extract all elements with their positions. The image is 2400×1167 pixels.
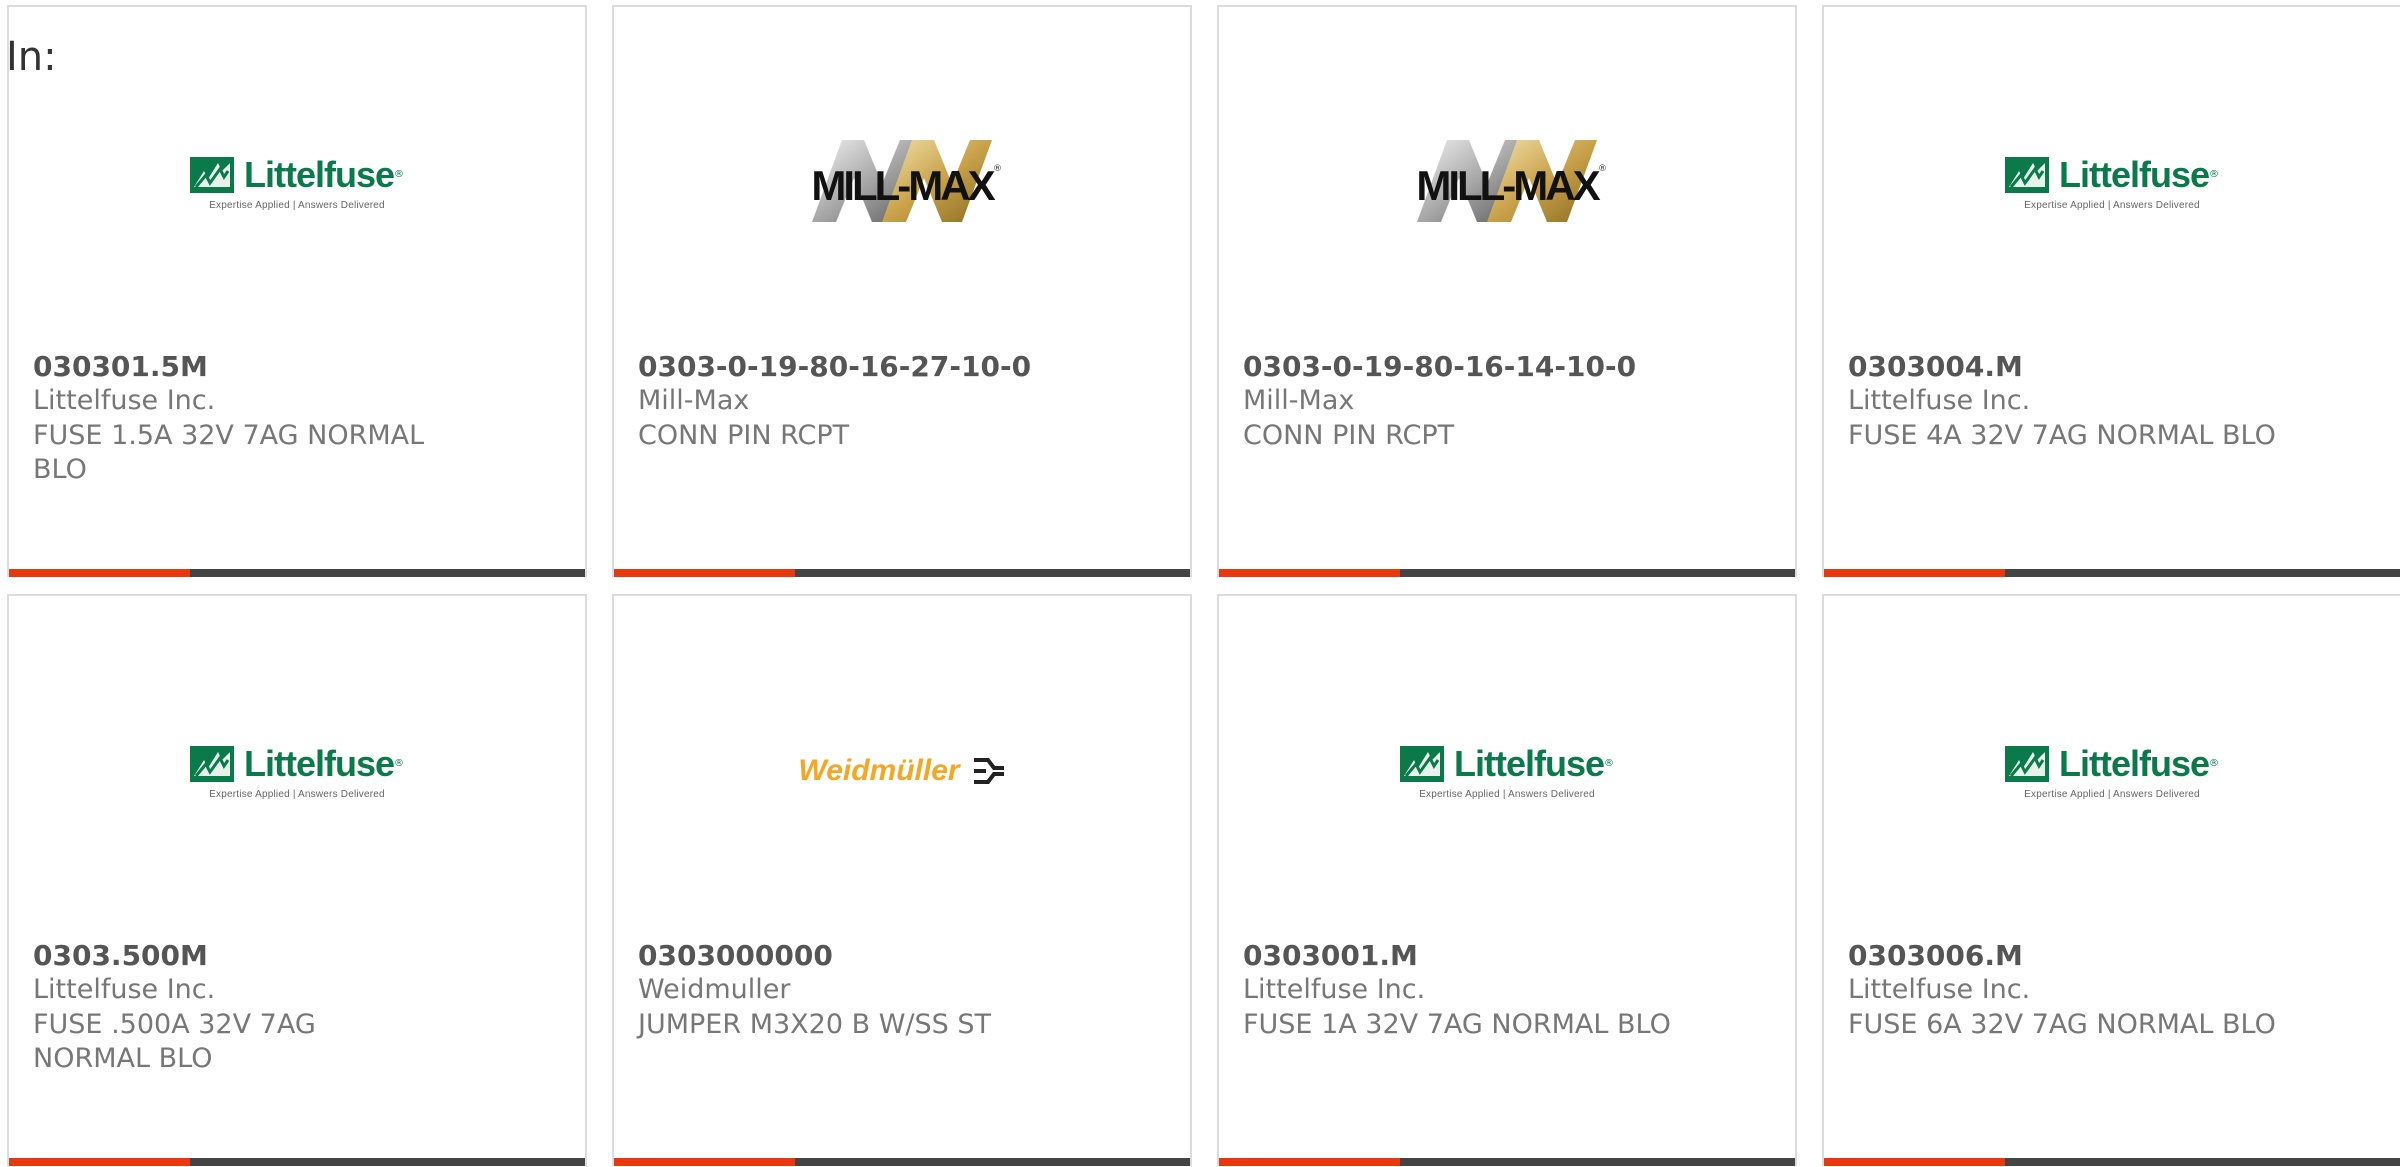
littelfuse-mark-icon: [189, 745, 234, 782]
card-bottom-bar: [1219, 569, 1795, 577]
card-bottom-bar: [614, 1158, 1190, 1166]
manufacturer-name: Mill-Max: [638, 385, 750, 416]
product-card[interactable]: Littelfuse ® Expertise Applied | Answers …: [1822, 5, 2400, 577]
part-number[interactable]: 0303000000: [638, 939, 833, 972]
littelfuse-tagline: Expertise Applied | Answers Delivered: [2024, 788, 2200, 800]
product-card[interactable]: MILL-MAX ® 0303-0-19-80-16-14-10-0 Mill-…: [1217, 5, 1797, 577]
product-description: FUSE 6A 32V 7AG NORMAL BLO: [1848, 1009, 2276, 1040]
product-description: JUMPER M3X20 B W/SS ST: [638, 1009, 992, 1040]
littelfuse-logo: Littelfuse ® Expertise Applied | Answers …: [2004, 742, 2219, 800]
manufacturer-logo: Littelfuse ® Expertise Applied | Answers …: [9, 716, 585, 826]
card-bottom-bar: [614, 569, 1190, 577]
part-number[interactable]: 0303001.M: [1243, 939, 1418, 972]
weidmuller-logo: Weidmüller: [798, 754, 1005, 788]
littelfuse-tagline: Expertise Applied | Answers Delivered: [209, 199, 385, 211]
manufacturer-name: Littelfuse Inc.: [1243, 974, 1426, 1005]
littelfuse-mark-icon: [2004, 745, 2049, 782]
card-bottom-bar: [1824, 1158, 2400, 1166]
littelfuse-tagline: Expertise Applied | Answers Delivered: [209, 788, 385, 800]
littelfuse-wordmark: Littelfuse: [2058, 742, 2210, 784]
littelfuse-wordmark: Littelfuse: [2058, 153, 2210, 195]
product-description: FUSE 1A 32V 7AG NORMAL BLO: [1243, 1009, 1671, 1040]
manufacturer-name: Littelfuse Inc.: [1848, 974, 2031, 1005]
product-card[interactable]: Littelfuse ® Expertise Applied | Answers …: [1822, 594, 2400, 1166]
product-card[interactable]: Littelfuse ® Expertise Applied | Answers …: [7, 594, 587, 1166]
manufacturer-logo: Weidmüller: [614, 716, 1190, 826]
weidmuller-mark-icon: [973, 758, 1004, 784]
manufacturer-name: Littelfuse Inc.: [1848, 385, 2031, 416]
littelfuse-wordmark: Littelfuse: [243, 742, 395, 784]
manufacturer-name: Weidmuller: [638, 974, 791, 1005]
manufacturer-logo: MILL-MAX ®: [1219, 127, 1795, 237]
product-description: FUSE 1.5A 32V 7AG NORMAL BLO: [33, 420, 425, 485]
filter-in-label: In:: [6, 34, 57, 80]
littelfuse-mark-icon: [2004, 156, 2049, 193]
littelfuse-mark-icon: [189, 156, 234, 193]
mill-max-wordmark: MILL-MAX: [1416, 162, 1600, 209]
manufacturer-name: Mill-Max: [1243, 385, 1355, 416]
part-number[interactable]: 0303004.M: [1848, 350, 2023, 383]
part-number[interactable]: 030301.5M: [33, 350, 208, 383]
product-description: CONN PIN RCPT: [638, 420, 850, 451]
card-bottom-bar: [1219, 1158, 1795, 1166]
littelfuse-tagline: Expertise Applied | Answers Delivered: [2024, 199, 2200, 211]
manufacturer-logo: Littelfuse ® Expertise Applied | Answers …: [1219, 716, 1795, 826]
part-number[interactable]: 0303006.M: [1848, 939, 2023, 972]
manufacturer-name: Littelfuse Inc.: [33, 974, 216, 1005]
product-description: FUSE 4A 32V 7AG NORMAL BLO: [1848, 420, 2276, 451]
littelfuse-wordmark: Littelfuse: [1453, 742, 1605, 784]
manufacturer-logo: Littelfuse ® Expertise Applied | Answers …: [9, 127, 585, 237]
manufacturer-logo: Littelfuse ® Expertise Applied | Answers …: [1824, 716, 2400, 826]
littelfuse-logo: Littelfuse ® Expertise Applied | Answers …: [2004, 153, 2219, 211]
product-grid-page: In: Littelfuse ® Expertise Applied | Answ…: [0, 0, 2400, 1167]
manufacturer-logo: MILL-MAX ®: [614, 127, 1190, 237]
littelfuse-logo: Littelfuse ® Expertise Applied | Answers …: [1399, 742, 1614, 800]
product-description: CONN PIN RCPT: [1243, 420, 1455, 451]
littelfuse-mark-icon: [1399, 745, 1444, 782]
product-card[interactable]: MILL-MAX ® 0303-0-19-80-16-27-10-0 Mill-…: [612, 5, 1192, 577]
product-card[interactable]: Littelfuse ® Expertise Applied | Answers …: [7, 5, 587, 577]
mill-max-logo: MILL-MAX ®: [1407, 134, 1607, 230]
mill-max-logo: MILL-MAX ®: [802, 134, 1002, 230]
card-bottom-bar: [1824, 569, 2400, 577]
card-bottom-bar: [9, 1158, 585, 1166]
littelfuse-tagline: Expertise Applied | Answers Delivered: [1419, 788, 1595, 800]
product-grid: Littelfuse ® Expertise Applied | Answers …: [7, 5, 2400, 1166]
littelfuse-logo: Littelfuse ® Expertise Applied | Answers …: [189, 153, 404, 211]
part-number[interactable]: 0303-0-19-80-16-27-10-0: [638, 350, 1031, 383]
product-description: FUSE .500A 32V 7AG NORMAL BLO: [33, 1009, 316, 1074]
manufacturer-name: Littelfuse Inc.: [33, 385, 216, 416]
product-card[interactable]: Littelfuse ® Expertise Applied | Answers …: [1217, 594, 1797, 1166]
part-number[interactable]: 0303.500M: [33, 939, 208, 972]
manufacturer-logo: Littelfuse ® Expertise Applied | Answers …: [1824, 127, 2400, 237]
weidmuller-wordmark: Weidmüller: [798, 754, 960, 787]
mill-max-wordmark: MILL-MAX: [811, 162, 995, 209]
littelfuse-wordmark: Littelfuse: [243, 153, 395, 195]
product-card[interactable]: Weidmüller 0303000000 Weidmuller JUMPER …: [612, 594, 1192, 1166]
part-number[interactable]: 0303-0-19-80-16-14-10-0: [1243, 350, 1636, 383]
card-bottom-bar: [9, 569, 585, 577]
littelfuse-logo: Littelfuse ® Expertise Applied | Answers …: [189, 742, 404, 800]
